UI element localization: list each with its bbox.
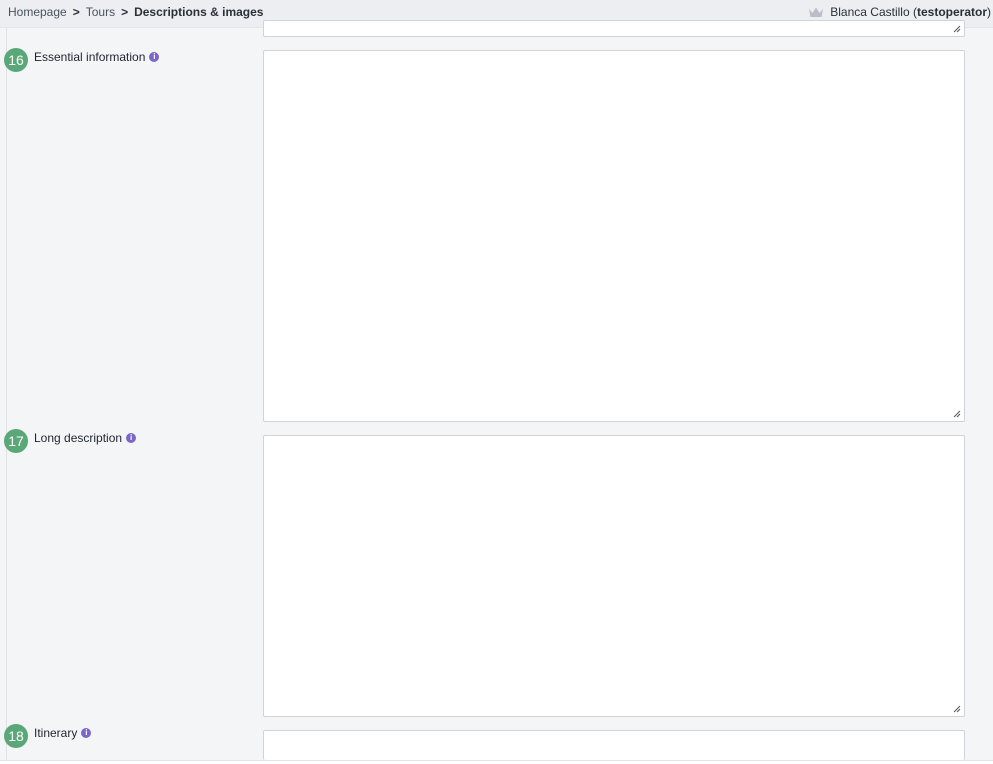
user-menu[interactable]: Blanca Castillo (testoperator) bbox=[808, 5, 991, 21]
info-icon[interactable]: i bbox=[126, 433, 137, 443]
breadcrumb: Homepage > Tours > Descriptions & images bbox=[8, 5, 263, 19]
resize-handle-icon[interactable] bbox=[953, 25, 961, 33]
crown-icon bbox=[808, 6, 824, 21]
step-number-badge: 16 bbox=[4, 48, 28, 72]
page-bottom-edge bbox=[0, 760, 993, 764]
user-name: Blanca Castillo bbox=[830, 5, 910, 19]
user-close-paren: ) bbox=[987, 5, 991, 19]
field-label: Itinerary bbox=[34, 726, 78, 740]
user-login: testoperator bbox=[916, 5, 987, 19]
info-icon[interactable]: i bbox=[149, 52, 160, 62]
step-number-badge: 17 bbox=[4, 429, 28, 453]
resize-handle-icon[interactable] bbox=[953, 410, 961, 418]
field-label: Essential information bbox=[34, 50, 146, 64]
previous-field-textarea[interactable] bbox=[263, 20, 965, 37]
info-icon[interactable]: i bbox=[81, 728, 92, 738]
field-itinerary: 18 Itinerary i bbox=[4, 724, 92, 748]
breadcrumb-separator-icon: > bbox=[121, 5, 129, 19]
breadcrumb-separator-icon: > bbox=[72, 5, 80, 19]
breadcrumb-tours-link[interactable]: Tours bbox=[86, 5, 115, 19]
field-long-description: 17 Long description i bbox=[4, 429, 137, 453]
step-number-badge: 18 bbox=[4, 724, 28, 748]
field-label: Long description bbox=[34, 431, 123, 445]
breadcrumb-current: Descriptions & images bbox=[134, 5, 264, 19]
itinerary-textarea[interactable] bbox=[263, 730, 965, 760]
breadcrumb-homepage-link[interactable]: Homepage bbox=[8, 5, 67, 19]
resize-handle-icon[interactable] bbox=[953, 705, 961, 713]
long-description-textarea[interactable] bbox=[263, 435, 965, 717]
field-essential-information: 16 Essential information i bbox=[4, 48, 160, 72]
essential-information-textarea[interactable] bbox=[263, 50, 965, 422]
